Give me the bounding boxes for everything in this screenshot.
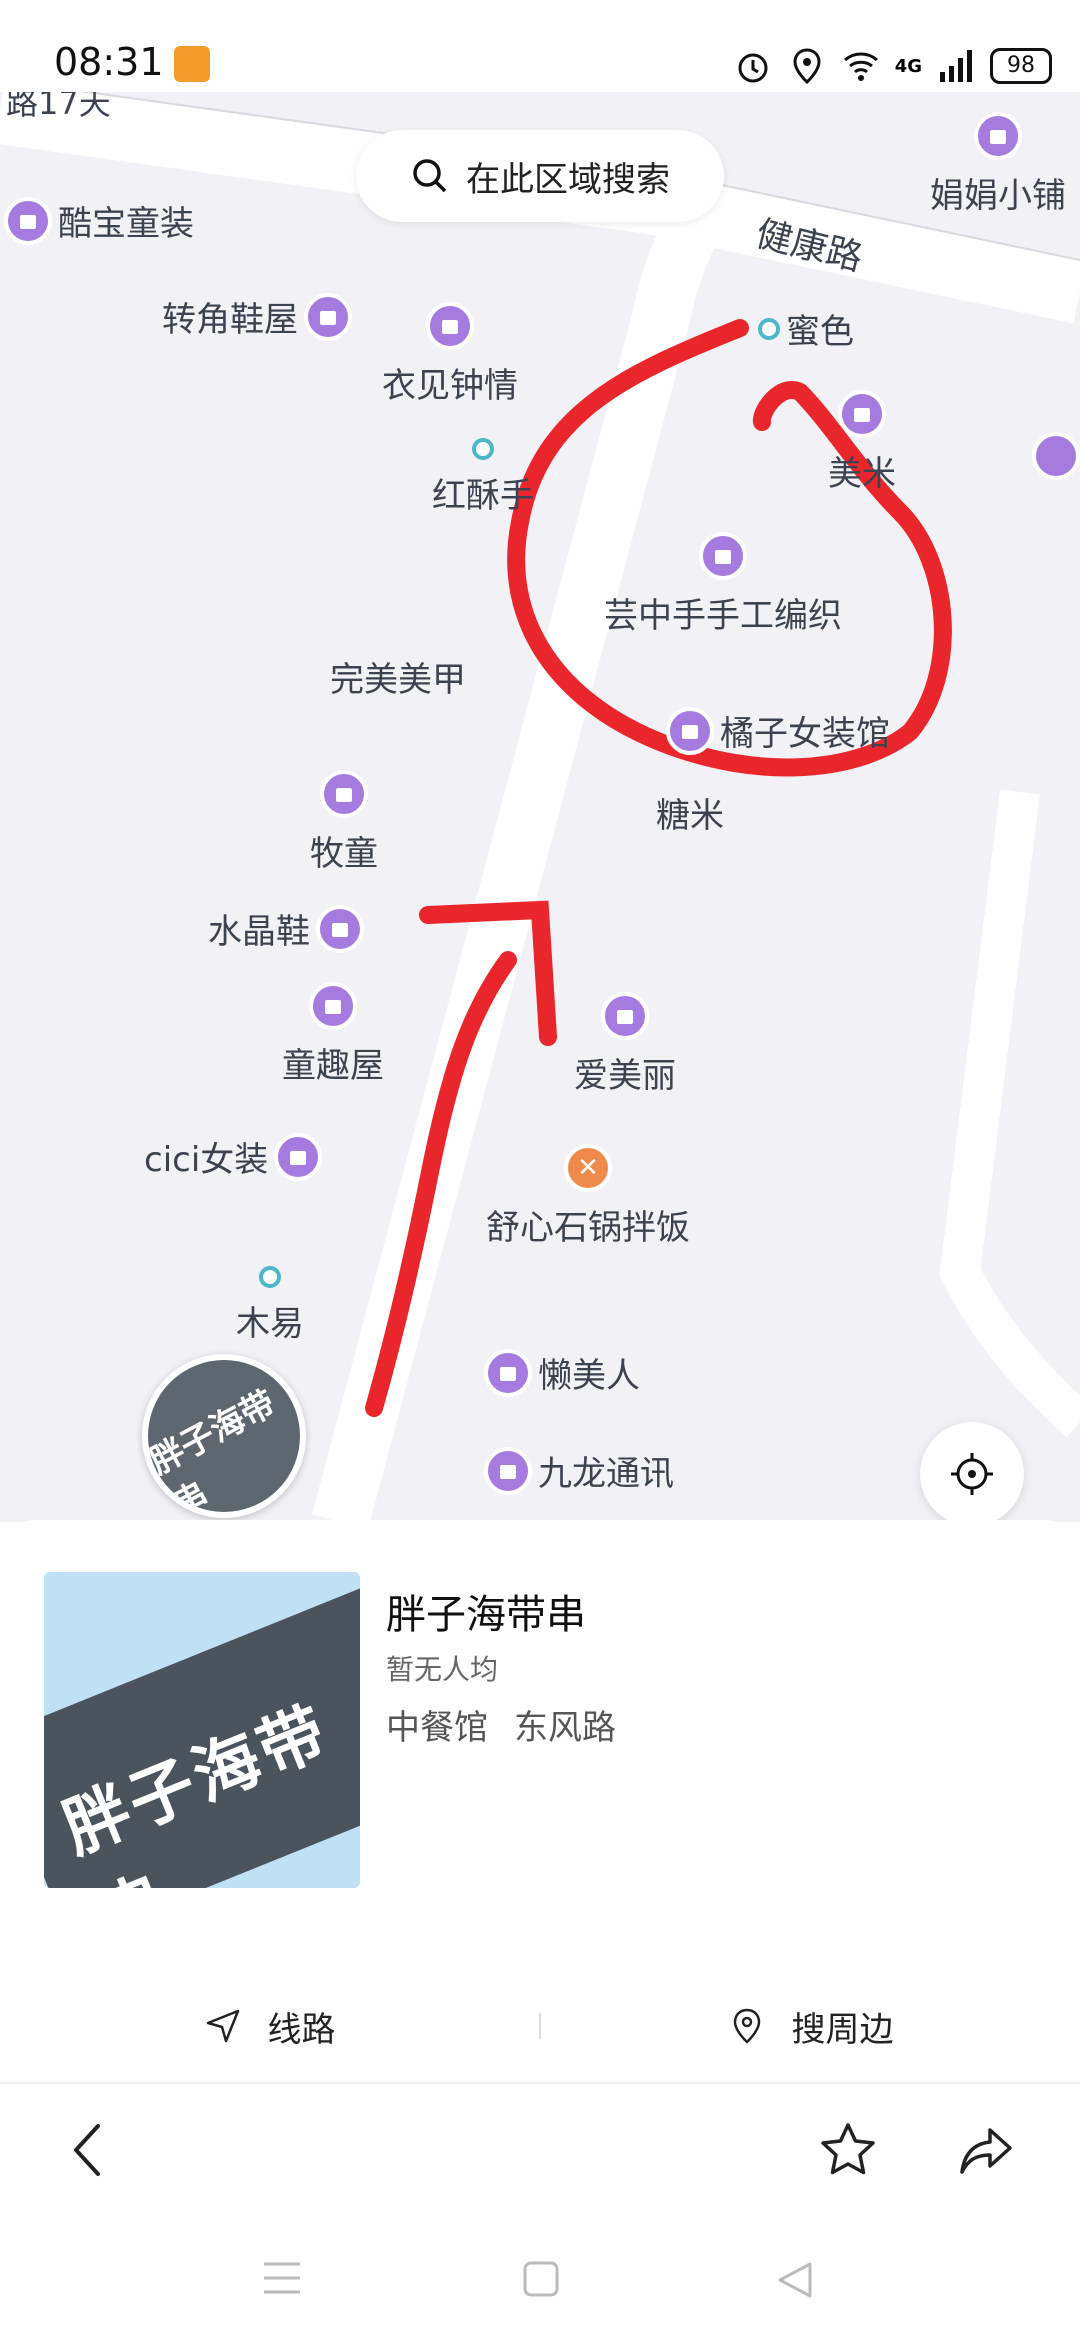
poi-aimeili[interactable]: 爱美丽 bbox=[574, 992, 676, 1097]
poi-cici[interactable]: cici女装 bbox=[144, 1132, 323, 1181]
poi-shuxin[interactable]: ✕ 舒心石锅拌饭 bbox=[486, 1144, 690, 1249]
shop-pin-icon bbox=[666, 706, 714, 755]
star-icon[interactable] bbox=[818, 2120, 878, 2180]
battery-indicator: 98 bbox=[990, 48, 1052, 84]
poi-label: cici女装 bbox=[144, 1140, 269, 1180]
search-icon bbox=[413, 159, 447, 193]
route-button[interactable]: 线路 bbox=[0, 2002, 539, 2051]
search-area-label: 在此区域搜索 bbox=[466, 159, 670, 200]
share-icon[interactable] bbox=[956, 2120, 1016, 2180]
sheet-actions: 线路 搜周边 bbox=[0, 1976, 1080, 2076]
status-icons: 4G 98 bbox=[733, 46, 1052, 86]
poi-label: 完美美甲 bbox=[330, 660, 466, 700]
shop-pin-icon bbox=[699, 532, 747, 580]
shop-pin-icon bbox=[4, 196, 52, 245]
place-photo[interactable]: 胖子海带串 bbox=[44, 1572, 360, 1888]
poi-meiyi[interactable]: 美米 bbox=[828, 390, 896, 495]
poi-muyi[interactable]: 木易 bbox=[236, 1266, 304, 1345]
shop-pin-icon bbox=[320, 770, 368, 818]
poi-juanjuan[interactable]: 娟娟小铺 bbox=[930, 112, 1066, 217]
poi-label: 红酥手 bbox=[432, 476, 534, 516]
poi-label: 蜜色 bbox=[786, 312, 854, 352]
alarm-icon bbox=[738, 53, 768, 83]
poi-label: 爱美丽 bbox=[574, 1056, 676, 1096]
place-name: 胖子海带串 bbox=[386, 1592, 586, 1638]
poi-label: 糖米 bbox=[656, 796, 724, 836]
place-road: 东风路 bbox=[514, 1708, 616, 1748]
poi-yunzhong[interactable]: 芸中手手工编织 bbox=[604, 532, 842, 637]
poi-tangmi[interactable]: 糖米 bbox=[656, 788, 724, 837]
poi-label: 童趣屋 bbox=[282, 1046, 384, 1086]
poi-label: 木易 bbox=[236, 1304, 304, 1344]
restaurant-pin-icon: ✕ bbox=[564, 1144, 612, 1192]
back-icon[interactable] bbox=[64, 2120, 112, 2180]
app-notification-icon bbox=[174, 46, 210, 82]
navigation-arrow-icon bbox=[206, 2009, 239, 2043]
map-view[interactable]: 路17天 健康路 在此区域搜索 酷宝童装 娟娟小铺 转角鞋屋 衣见钟情 蜜色 红… bbox=[0, 92, 1080, 1522]
poi-label: 懒美人 bbox=[538, 1356, 640, 1396]
poi-label: 酷宝童装 bbox=[58, 204, 194, 244]
shop-pin-icon bbox=[484, 1446, 532, 1495]
poi-label: 九龙通讯 bbox=[538, 1454, 674, 1494]
signal-icon bbox=[940, 50, 972, 82]
place-dot-icon bbox=[758, 317, 780, 340]
network-type: 4G bbox=[894, 55, 922, 77]
poi-wanmei[interactable]: 完美美甲 bbox=[330, 652, 466, 701]
wifi-icon bbox=[843, 52, 878, 81]
shop-pin-icon bbox=[316, 904, 364, 953]
poi-label: 美米 bbox=[828, 454, 896, 494]
poi-label: 舒心石锅拌饭 bbox=[486, 1208, 690, 1248]
shop-pin-icon bbox=[838, 390, 886, 438]
poi-tongqu[interactable]: 童趣屋 bbox=[282, 982, 384, 1087]
poi-hongsu[interactable]: 红酥手 bbox=[432, 438, 534, 517]
poi-kubao[interactable]: 酷宝童装 bbox=[4, 196, 194, 245]
poi-label: 芸中手手工编织 bbox=[604, 596, 842, 636]
poi-label: 娟娟小铺 bbox=[930, 176, 1066, 216]
status-bar: 08:31 4G 98 bbox=[0, 0, 1080, 92]
shop-pin-icon[interactable] bbox=[1032, 432, 1080, 480]
route-label: 线路 bbox=[267, 2009, 336, 2050]
shop-pin-icon bbox=[426, 302, 474, 350]
poi-label: 橘子女装馆 bbox=[720, 714, 890, 754]
place-category: 中餐馆 bbox=[386, 1708, 488, 1748]
bottom-toolbar bbox=[0, 2082, 1080, 2216]
poi-label: 牧童 bbox=[310, 834, 378, 874]
nearby-label: 搜周边 bbox=[791, 2009, 894, 2050]
shop-pin-icon bbox=[274, 1132, 323, 1181]
shop-pin-icon bbox=[601, 992, 649, 1040]
shop-pin-icon bbox=[309, 982, 357, 1030]
search-this-area-button[interactable]: 在此区域搜索 bbox=[356, 130, 724, 222]
place-dot-icon bbox=[259, 1266, 281, 1288]
home-nav-icon[interactable] bbox=[522, 2260, 560, 2298]
system-nav-bar bbox=[0, 2214, 1080, 2340]
poi-jiulong[interactable]: 九龙通讯 bbox=[484, 1446, 674, 1495]
menu-nav-icon[interactable] bbox=[262, 2260, 302, 2296]
search-nearby-button[interactable]: 搜周边 bbox=[541, 2002, 1080, 2051]
poi-label: 转角鞋屋 bbox=[162, 300, 298, 340]
crosshair-icon bbox=[951, 1453, 993, 1495]
poi-yijian[interactable]: 衣见钟情 bbox=[382, 302, 518, 407]
shop-pin-icon bbox=[974, 112, 1022, 160]
location-pin-icon bbox=[733, 2008, 760, 2044]
poi-mutong[interactable]: 牧童 bbox=[310, 770, 378, 875]
poi-lanmeiren[interactable]: 懒美人 bbox=[484, 1348, 640, 1397]
place-price: 暂无人均 bbox=[386, 1653, 499, 1686]
location-icon bbox=[793, 48, 821, 85]
poi-shuijing[interactable]: 水晶鞋 bbox=[208, 904, 364, 953]
place-tags: 中餐馆 东风路 bbox=[386, 1700, 616, 1749]
poi-label: 衣见钟情 bbox=[382, 366, 518, 406]
shop-pin-icon bbox=[304, 292, 352, 341]
poi-zhuanjiao[interactable]: 转角鞋屋 bbox=[162, 292, 352, 341]
poi-mise[interactable]: 蜜色 bbox=[758, 304, 854, 353]
locate-me-button[interactable] bbox=[920, 1422, 1024, 1522]
back-nav-icon[interactable] bbox=[776, 2260, 814, 2300]
selected-place-pin[interactable]: 胖子海带串 bbox=[142, 1354, 306, 1518]
place-detail-sheet: 胖子海带串 胖子海带串 暂无人均 中餐馆 东风路 线路 搜周边 bbox=[0, 1520, 1080, 2080]
status-time: 08:31 bbox=[54, 40, 164, 84]
poi-label: 水晶鞋 bbox=[208, 912, 310, 952]
place-dot-icon bbox=[472, 438, 494, 460]
shop-pin-icon bbox=[484, 1348, 532, 1397]
road-label-partial: 路17天 bbox=[6, 92, 111, 122]
poi-juzi[interactable]: 橘子女装馆 bbox=[666, 706, 890, 755]
